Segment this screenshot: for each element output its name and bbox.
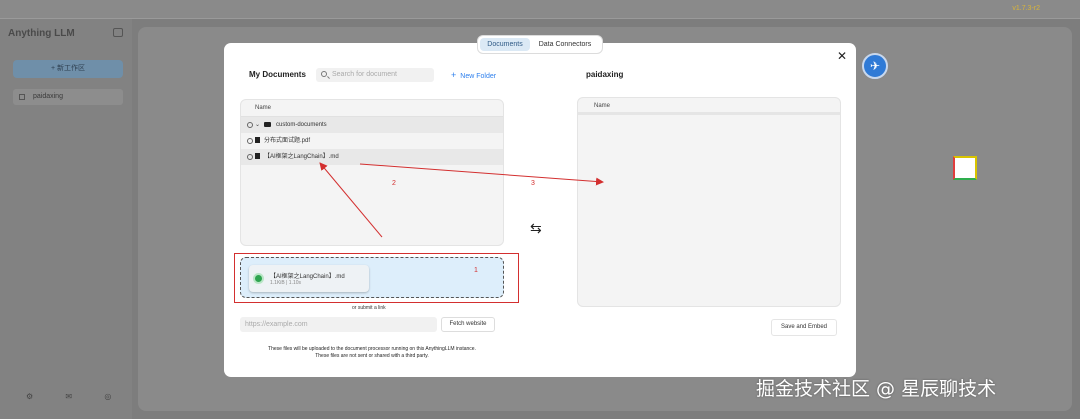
file-name: 【AI框架之LangChain】.md bbox=[264, 154, 339, 160]
upload-note-line: These files are not sent or shared with … bbox=[315, 353, 429, 359]
bird-icon: ✈ bbox=[862, 53, 888, 79]
url-input[interactable]: https://example.com bbox=[240, 317, 437, 332]
folder-icon bbox=[264, 121, 271, 127]
file-name: 分布式面试题.pdf bbox=[264, 138, 311, 144]
my-documents-title: My Documents bbox=[249, 70, 306, 79]
sidebar-item-workspace[interactable]: paidaxing bbox=[13, 89, 123, 105]
save-and-embed-button[interactable]: Save and Embed bbox=[771, 319, 837, 336]
sidebar bbox=[0, 19, 132, 419]
color-square-icon bbox=[953, 156, 977, 180]
workspace-documents-list: Name bbox=[577, 97, 841, 307]
checkbox[interactable] bbox=[247, 154, 253, 160]
checkbox[interactable] bbox=[247, 138, 253, 144]
annotation-number: 2 bbox=[392, 180, 396, 187]
workspace-icon bbox=[19, 94, 25, 100]
watermark: 掘金技术社区 @ 星辰聊技术 bbox=[756, 378, 997, 400]
version-label: v1.7.3-r2 bbox=[1012, 5, 1040, 12]
tab-documents[interactable]: Documents bbox=[480, 38, 530, 51]
tab-data-connectors[interactable]: Data Connectors bbox=[532, 38, 598, 51]
file-row[interactable]: 分布式面试题.pdf bbox=[241, 133, 503, 149]
or-submit-link-label: or submit a link bbox=[352, 305, 386, 311]
checkbox[interactable] bbox=[247, 122, 253, 128]
new-folder-label: New Folder bbox=[460, 73, 497, 80]
workspace-label: paidaxing bbox=[33, 93, 63, 100]
my-documents-list: Name ⌄ custom-documents 分布式面试题.pdf 【AI框架… bbox=[240, 99, 504, 246]
list-header: Name bbox=[578, 98, 840, 115]
swap-arrows-icon: ⇆ bbox=[530, 220, 542, 236]
modal-tabs: Documents Data Connectors bbox=[477, 35, 603, 54]
plus-icon: + bbox=[451, 70, 457, 80]
document-modal: My Documents Search for document + New Fo… bbox=[224, 43, 856, 377]
sidebar-toggle-icon[interactable] bbox=[113, 28, 123, 37]
search-icon bbox=[321, 71, 327, 77]
search-input[interactable]: Search for document bbox=[316, 68, 434, 82]
app-logo: Anything LLM bbox=[8, 28, 75, 39]
upload-note: These files will be uploaded to the docu… bbox=[240, 346, 504, 360]
file-icon bbox=[255, 137, 260, 144]
upload-note-line: These files will be uploaded to the docu… bbox=[268, 346, 476, 352]
annotation-number: 3 bbox=[531, 180, 535, 187]
file-row[interactable]: 【AI框架之LangChain】.md bbox=[241, 149, 503, 165]
list-header: Name bbox=[241, 100, 503, 117]
close-icon[interactable]: ✕ bbox=[837, 49, 847, 63]
top-bar: v1.7.3-r2 bbox=[0, 0, 1080, 19]
fetch-website-button[interactable]: Fetch website bbox=[441, 317, 495, 332]
annotation-number: 1 bbox=[474, 267, 478, 274]
annotation-box bbox=[234, 253, 519, 303]
folder-row[interactable]: ⌄ custom-documents bbox=[241, 117, 503, 133]
chevron-down-icon[interactable]: ⌄ bbox=[255, 117, 260, 133]
new-workspace-button[interactable]: + 新工作区 bbox=[13, 60, 123, 78]
file-icon bbox=[255, 153, 260, 160]
search-placeholder: Search for document bbox=[332, 71, 397, 78]
workspace-title: paidaxing bbox=[586, 70, 624, 79]
new-folder-button[interactable]: + New Folder bbox=[451, 70, 496, 80]
folder-name: custom-documents bbox=[276, 122, 327, 128]
